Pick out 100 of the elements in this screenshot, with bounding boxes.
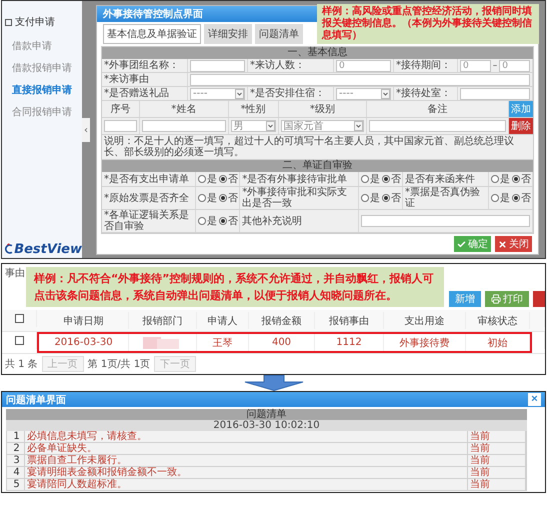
- table-cell-text: 王琴: [212, 336, 232, 350]
- column-header: *性别: [240, 104, 266, 114]
- radio-option[interactable]: 否: [382, 191, 401, 205]
- table-title: 问题清单: [6, 409, 527, 420]
- dialog-title: 问题清单界面: [6, 394, 66, 406]
- sidebar-item[interactable]: 借款申请: [2, 35, 82, 57]
- status-text: 当前: [468, 479, 526, 490]
- field-label: *外事团组名称：: [104, 60, 179, 71]
- status-text: 当前: [468, 467, 526, 478]
- collapse-handle[interactable]: ‹: [82, 118, 90, 142]
- close-button[interactable]: ×: [528, 393, 541, 406]
- add-button[interactable]: 添加: [509, 101, 533, 117]
- table-cell-text: 初始: [488, 336, 508, 350]
- row-number: 1: [7, 431, 25, 442]
- tab[interactable]: 基本信息及单据验证: [103, 24, 201, 44]
- text-field[interactable]: [190, 74, 530, 86]
- callout-text: 样例：凡不符合“外事接待”控制规则的，系统不允许通过，并自动飘红，报销人可点击该条问题信息，系统自动弹出问题清单，以便于报销人知晓问题所在。: [26, 267, 444, 307]
- radio-option[interactable]: 是: [360, 191, 380, 205]
- column-header: 审核状态: [478, 314, 518, 328]
- radio-option[interactable]: 否: [219, 191, 238, 205]
- text-field[interactable]: [369, 120, 506, 132]
- select-field[interactable]: ----: [190, 88, 245, 100]
- text-field[interactable]: [360, 215, 530, 227]
- text-field[interactable]: [190, 60, 245, 72]
- column-header: *姓名: [171, 104, 196, 114]
- field-label: 事由: [5, 266, 25, 281]
- problem-message[interactable]: 必填信息未填写，请核查。: [25, 431, 468, 442]
- radio-option[interactable]: 是: [198, 191, 218, 205]
- field-label: *外事接待审批和实际支出是否一致: [242, 187, 348, 209]
- tab[interactable]: 问题清单: [255, 24, 303, 44]
- row-number: 3: [7, 455, 25, 466]
- close-button[interactable]: 关闭: [495, 236, 532, 252]
- confirm-button[interactable]: 确定: [454, 236, 491, 252]
- radio-option[interactable]: 是: [198, 214, 218, 228]
- delete-button[interactable]: 删除: [509, 118, 533, 134]
- radio-option[interactable]: 否: [512, 191, 531, 205]
- print-button[interactable]: 打印: [485, 291, 529, 307]
- column-header: *级别: [310, 104, 335, 114]
- field-label: *原始发票是否齐全: [104, 192, 189, 204]
- select-field[interactable]: ----: [336, 88, 391, 100]
- select-field[interactable]: 国家元首: [280, 120, 364, 132]
- problem-message[interactable]: 宴请明细表金额和报销金额不一致。: [25, 467, 468, 478]
- checkbox[interactable]: [14, 336, 24, 345]
- sidebar-item[interactable]: 借款报销申请: [2, 57, 82, 79]
- field-label: *接待期间：: [396, 60, 451, 71]
- radio-option[interactable]: 否: [219, 172, 238, 186]
- field-label: *票据是否真伪验证: [404, 187, 481, 209]
- radio-option[interactable]: 否: [382, 172, 401, 186]
- text-field[interactable]: 0: [336, 60, 391, 72]
- callout-text: 样例：高风险或重点管控经济活动，报销同时填报关键控制信息。（本例为外事接待关键控制信息填写）: [317, 4, 539, 44]
- field-label: *接待处室：: [396, 88, 451, 99]
- field-label: 其他补充说明: [242, 216, 302, 226]
- field-label: *是否赠送礼品: [104, 88, 169, 99]
- field-label: *各单证逻辑关系是否自审验: [104, 210, 190, 232]
- field-label: *来访事由: [104, 74, 149, 85]
- status-text: 当前: [468, 431, 526, 442]
- field-label: *是否安排住宿：: [250, 88, 325, 99]
- column-header: 申请日期: [64, 314, 104, 328]
- radio-option[interactable]: 否: [219, 214, 238, 228]
- column-header: 备注: [428, 104, 448, 114]
- problem-message[interactable]: 宴请陪同人数超标准。: [25, 479, 468, 490]
- problem-message[interactable]: 票据自查工作未履行。: [25, 455, 468, 466]
- text-field[interactable]: [142, 120, 226, 132]
- text-field[interactable]: 0: [499, 60, 530, 72]
- tab[interactable]: 详细安排: [204, 24, 252, 44]
- radio-option[interactable]: 是: [490, 191, 510, 205]
- table-cell-text: 外事接待费: [400, 336, 450, 350]
- down-arrow-icon: [244, 375, 304, 391]
- field-label: *来访人数：: [250, 60, 305, 71]
- sidebar-item[interactable]: 合同报销申请: [2, 101, 82, 123]
- text-field[interactable]: [460, 88, 530, 100]
- column-header: 报销部门: [142, 314, 182, 328]
- problem-message[interactable]: 必备单证缺失。: [25, 443, 468, 454]
- timestamp: 2016-03-30 10:02:10: [6, 420, 527, 431]
- sidebar-item[interactable]: 直接报销申请: [2, 79, 82, 101]
- close-icon: [498, 240, 507, 248]
- total-count: 共 1 条: [5, 358, 38, 371]
- radio-option[interactable]: 否: [512, 172, 531, 186]
- radio-option[interactable]: 是: [360, 172, 380, 186]
- text-field[interactable]: [104, 120, 137, 132]
- add-button[interactable]: 新增: [449, 291, 481, 307]
- status-text: 当前: [468, 443, 526, 454]
- field-label: *是否有支出申请单: [104, 174, 189, 184]
- printer-icon: [491, 294, 501, 304]
- select-field[interactable]: 男: [230, 120, 276, 132]
- section-header: 二、单证自审验: [102, 160, 533, 172]
- caret-icon: [266, 121, 275, 131]
- delete-button[interactable]: [533, 291, 545, 307]
- sidebar-title: 支付申请: [15, 16, 55, 29]
- radio-option[interactable]: 是: [198, 172, 218, 186]
- column-header: 报销事由: [329, 314, 369, 328]
- logo-icon: [4, 241, 14, 257]
- check-icon: [457, 240, 466, 248]
- caret-icon: [354, 121, 364, 131]
- radio-option[interactable]: 是: [490, 172, 510, 186]
- column-header: 序号: [110, 104, 130, 114]
- section-header: 一、基本信息: [102, 47, 533, 59]
- text-field[interactable]: 0: [460, 60, 491, 72]
- checkbox[interactable]: [14, 314, 24, 323]
- range-separator: –: [492, 60, 498, 70]
